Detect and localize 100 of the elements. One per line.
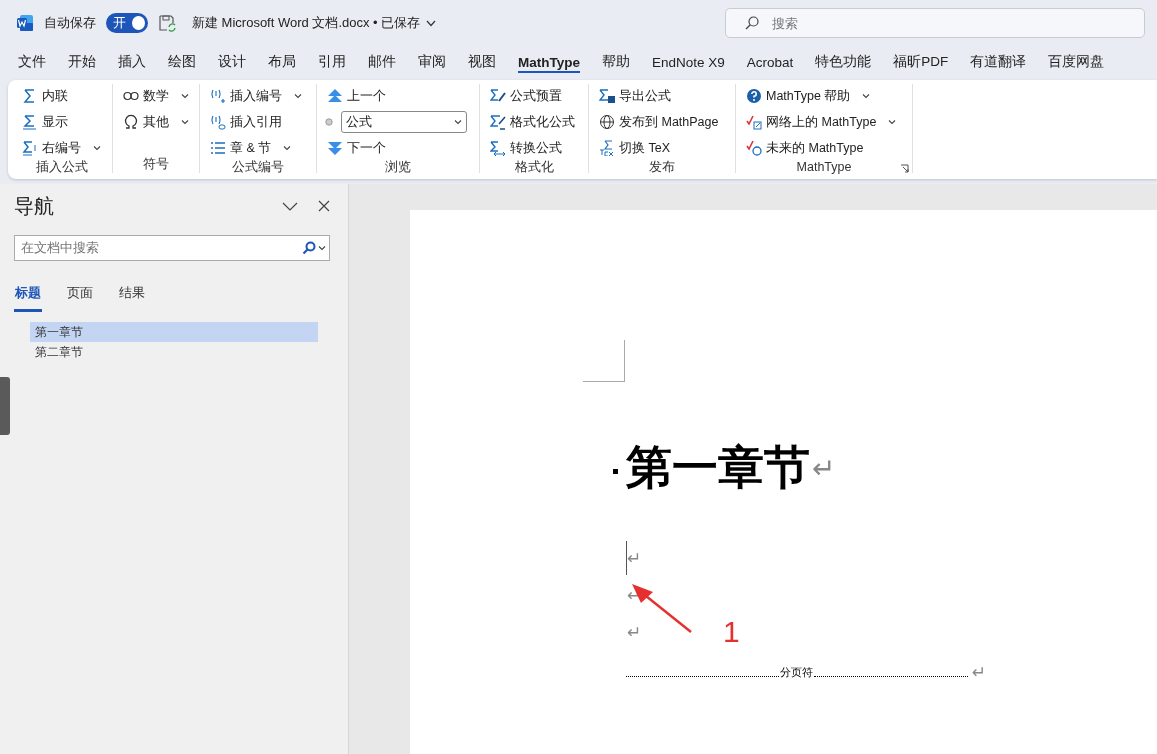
- group-label: MathType: [795, 160, 853, 174]
- caret-icon: [862, 93, 871, 99]
- menu-tab[interactable]: 有道翻译: [970, 50, 1027, 74]
- sigma-icon: [22, 114, 38, 130]
- annotation-label: 1: [723, 615, 740, 649]
- ribbon-button[interactable]: 插入编号: [208, 84, 308, 108]
- chevron-down-icon[interactable]: [282, 201, 298, 211]
- group-label: 发布: [648, 160, 676, 174]
- caret-icon: [283, 145, 292, 151]
- check-circle-icon: [746, 140, 762, 156]
- search-icon[interactable]: [302, 241, 316, 255]
- menu-tab[interactable]: 布局: [268, 50, 296, 74]
- menu-tab[interactable]: 百度网盘: [1048, 50, 1105, 74]
- dropdown-field[interactable]: 公式: [341, 111, 467, 133]
- sigma-format-icon: [490, 114, 506, 130]
- caret-icon: [181, 93, 189, 99]
- ribbon-button[interactable]: 导出公式: [597, 84, 727, 108]
- omega-icon: [123, 114, 139, 130]
- keep-with-next-mark: [613, 468, 618, 474]
- heading-item[interactable]: 第一章节: [30, 322, 318, 342]
- search-field[interactable]: 搜索: [725, 8, 1145, 38]
- chevron-down-icon: [426, 19, 437, 27]
- sigma-save-icon: [599, 88, 615, 104]
- pane-tab[interactable]: 结果: [118, 285, 146, 312]
- down-arrow-icon: [327, 140, 343, 156]
- document-title[interactable]: 新建 Microsoft Word 文档.docx • 已保存: [192, 14, 437, 32]
- group-label: 格式化: [513, 160, 555, 174]
- menu-tab[interactable]: 开始: [68, 50, 96, 74]
- ribbon-button[interactable]: 插入引用: [208, 110, 308, 134]
- pane-tab[interactable]: 页面: [66, 285, 94, 312]
- group-label: 插入公式: [35, 160, 89, 174]
- caret-icon: [181, 119, 189, 125]
- menu-tab[interactable]: 审阅: [418, 50, 446, 74]
- ribbon-button[interactable]: 公式预置: [488, 84, 580, 108]
- menu-tab[interactable]: 绘图: [168, 50, 196, 74]
- group-label: 符号: [142, 157, 170, 173]
- group-label: 公式编号: [231, 160, 285, 174]
- ribbon-button[interactable]: 数学: [121, 84, 191, 108]
- ribbon-button[interactable]: 下一个: [325, 136, 471, 160]
- ribbon-button[interactable]: 内联: [20, 84, 104, 108]
- menu-tab[interactable]: 插入: [118, 50, 146, 74]
- radio-dot-icon: [325, 118, 333, 126]
- caret-icon: [454, 119, 462, 125]
- sigma-convert-icon: [490, 140, 506, 156]
- ribbon-button[interactable]: 切换 TeX: [597, 136, 727, 160]
- ribbon-button[interactable]: 章 & 节: [208, 136, 308, 160]
- menu-tab[interactable]: 特色功能: [815, 50, 872, 74]
- ribbon-button[interactable]: 其他: [121, 110, 191, 134]
- menu-tab[interactable]: EndNote X9: [652, 51, 725, 73]
- pane-title: 导航: [14, 193, 54, 219]
- word-logo-icon: [16, 14, 34, 32]
- menu-tab[interactable]: 福昕PDF: [893, 50, 949, 74]
- menu-tab[interactable]: MathType: [518, 51, 580, 73]
- autosave-toggle[interactable]: 开: [106, 13, 148, 33]
- sigma-tex-icon: [599, 140, 615, 156]
- paragraph-mark: ↵: [971, 661, 986, 684]
- close-icon[interactable]: [318, 200, 330, 212]
- ribbon-button[interactable]: 发布到 MathPage: [597, 110, 727, 134]
- search-icon: [745, 16, 759, 30]
- dialog-launcher-icon[interactable]: [900, 164, 909, 173]
- page-break-label: 分页符: [779, 664, 815, 680]
- heading-item[interactable]: 第二章节: [30, 342, 318, 362]
- menu-tab[interactable]: 视图: [468, 50, 496, 74]
- ribbon-button[interactable]: 格式化公式: [488, 110, 580, 134]
- menu-tab[interactable]: 引用: [318, 50, 346, 74]
- list-icon: [210, 140, 226, 156]
- check-web-icon: [746, 114, 762, 130]
- ribbon-button[interactable]: 未来的 MathType: [744, 136, 904, 160]
- caret-icon: [294, 93, 302, 99]
- ribbon-button[interactable]: MathType 帮助: [744, 84, 904, 108]
- menu-tab[interactable]: 邮件: [368, 50, 396, 74]
- pane-handle[interactable]: [0, 377, 10, 435]
- pane-tab[interactable]: 标题: [14, 285, 42, 312]
- group-label: 浏览: [384, 160, 412, 174]
- menu-tab[interactable]: 文件: [18, 50, 46, 74]
- up-arrow-icon: [327, 88, 343, 104]
- bracket-link-icon: [210, 114, 226, 130]
- bracket-plus-icon: [210, 88, 226, 104]
- caret-icon: [318, 245, 326, 251]
- ribbon-button[interactable]: 上一个: [325, 84, 471, 108]
- sigma-icon: [22, 140, 38, 156]
- caret-icon: [888, 119, 897, 125]
- help-icon: [746, 88, 762, 104]
- save-sync-icon[interactable]: [158, 14, 176, 32]
- menu-tab[interactable]: 帮助: [602, 50, 630, 74]
- autosave-label: 自动保存: [44, 14, 96, 32]
- paragraph-mark: ↵: [627, 621, 642, 644]
- ribbon-button[interactable]: 转换公式: [488, 136, 580, 160]
- paragraph-mark: ↵: [812, 451, 836, 485]
- search-field[interactable]: 在文档中搜索: [14, 235, 330, 261]
- menu-tab[interactable]: 设计: [218, 50, 246, 74]
- ribbon-button[interactable]: 显示: [20, 110, 104, 134]
- menu-tab[interactable]: Acrobat: [746, 51, 794, 73]
- crop-mark: [583, 340, 625, 382]
- ribbon-button[interactable]: 网络上的 MathType: [744, 110, 904, 134]
- ribbon-button[interactable]: 右编号: [20, 136, 104, 160]
- paragraph-mark: ↵: [627, 547, 642, 570]
- sigma-pen-icon: [490, 88, 506, 104]
- caret-icon: [93, 145, 101, 151]
- document-heading: 第一章节: [626, 439, 810, 496]
